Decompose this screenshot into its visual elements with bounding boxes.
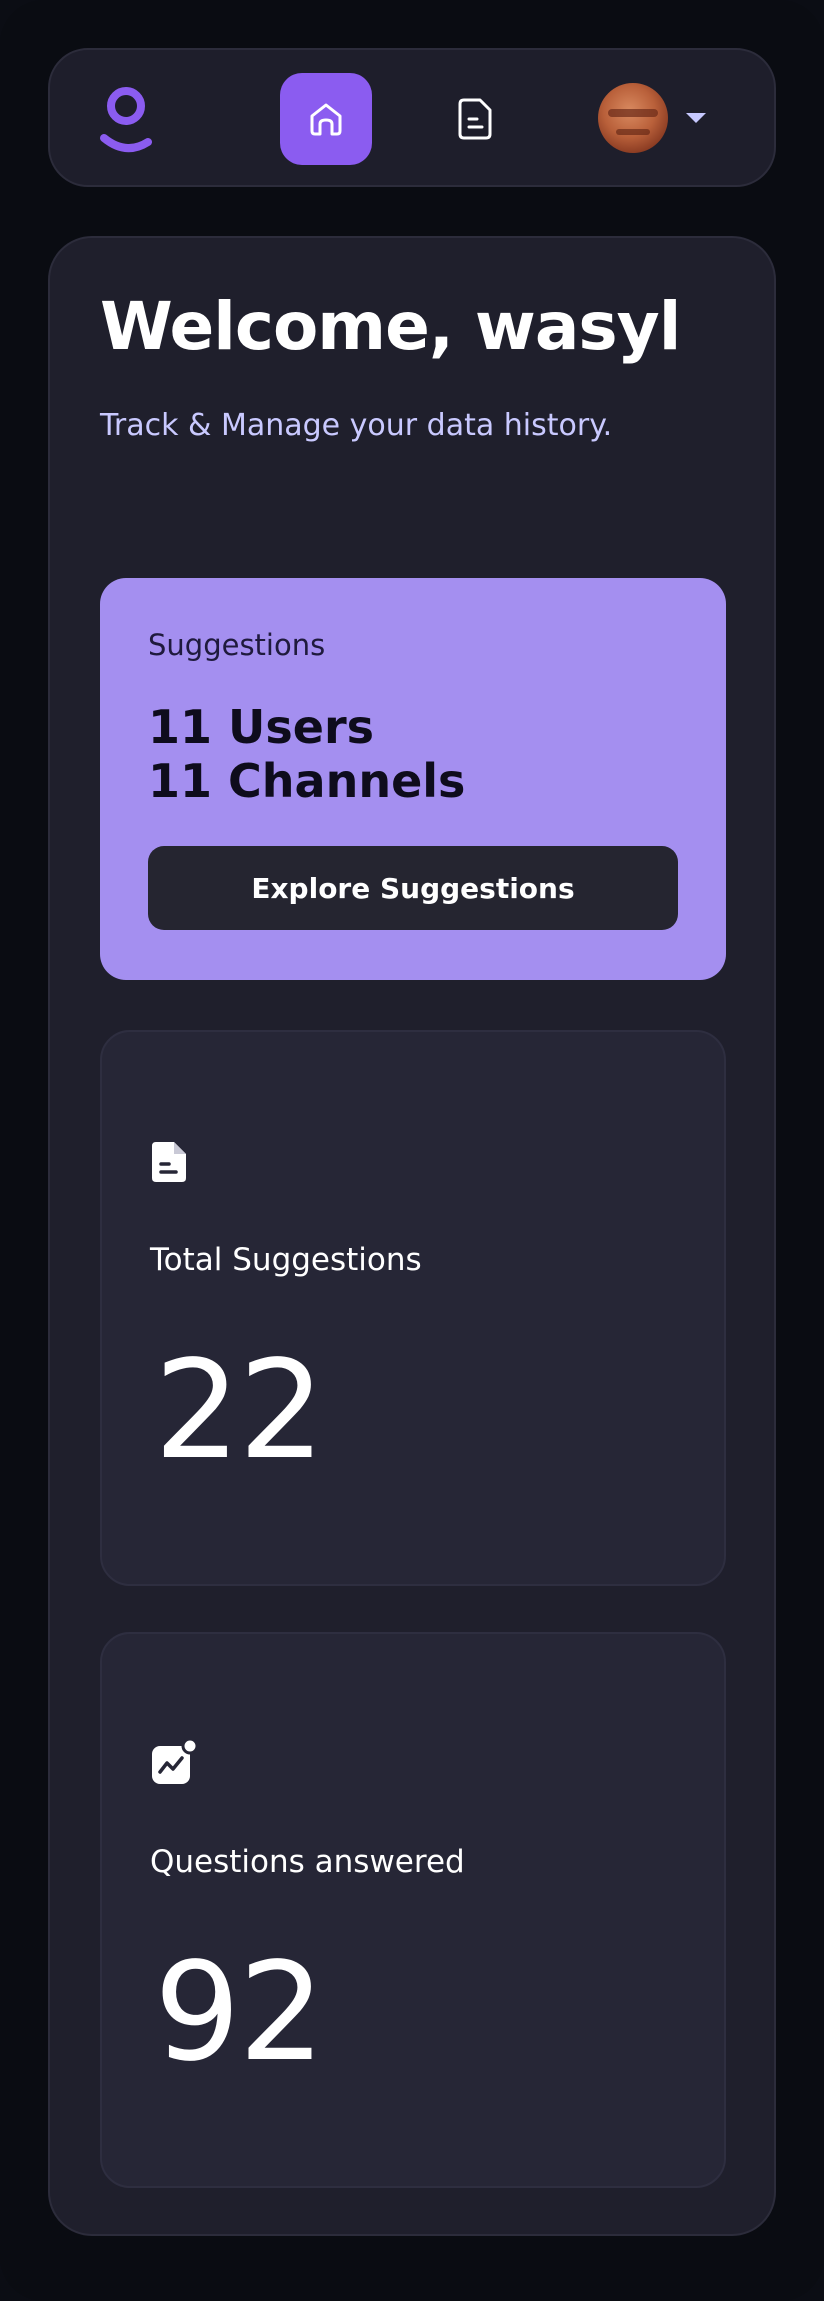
profile-menu[interactable] [598, 82, 728, 154]
chevron-down-icon[interactable] [686, 113, 706, 123]
document-icon [152, 1142, 186, 1182]
total-suggestions-label: Total Suggestions [150, 1242, 422, 1278]
nav-home-button[interactable] [280, 73, 372, 165]
suggestions-card: Suggestions 11 Users 11 Channels Explore… [100, 578, 726, 980]
nav-documents-button[interactable] [430, 73, 522, 165]
top-navigation [48, 48, 776, 187]
questions-answered-card: Questions answered 92 [100, 1632, 726, 2188]
suggested-users-count: 11 Users [148, 700, 375, 754]
dashboard-panel: Welcome, wasyl Track & Manage your data … [48, 236, 776, 2236]
explore-suggestions-button[interactable]: Explore Suggestions [148, 846, 678, 930]
avatar[interactable] [598, 83, 668, 153]
page-title: Welcome, wasyl [100, 288, 681, 365]
chart-icon [152, 1738, 198, 1784]
suggestions-label: Suggestions [148, 628, 326, 662]
home-icon [310, 103, 342, 136]
app-frame: Welcome, wasyl Track & Manage your data … [0, 0, 824, 2301]
document-icon [458, 98, 492, 140]
total-suggestions-value: 22 [154, 1332, 325, 1490]
questions-answered-label: Questions answered [150, 1844, 465, 1880]
user-logo-icon[interactable] [98, 84, 154, 154]
total-suggestions-card: Total Suggestions 22 [100, 1030, 726, 1586]
page-subtitle: Track & Manage your data history. [100, 408, 613, 443]
suggested-channels-count: 11 Channels [148, 754, 466, 808]
questions-answered-value: 92 [154, 1934, 325, 2092]
